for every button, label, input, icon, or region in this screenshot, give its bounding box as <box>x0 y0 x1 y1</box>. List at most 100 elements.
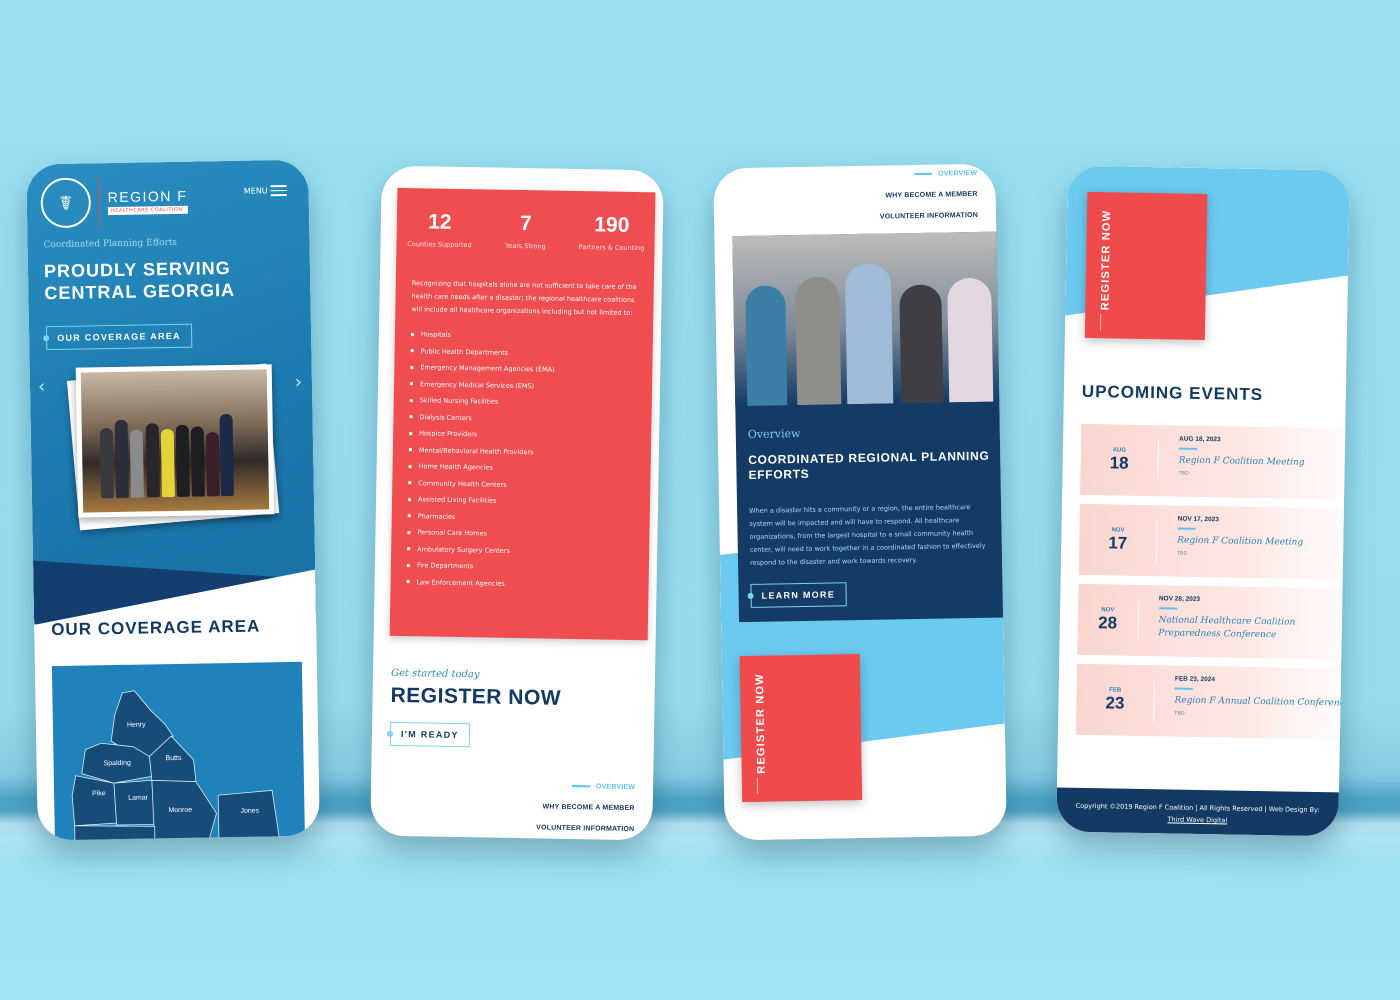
sub-navigation: OVERVIEW WHY BECOME A MEMBER VOLUNTEER I… <box>536 782 635 840</box>
group-photo <box>75 364 275 518</box>
carousel-prev-icon[interactable]: ‹ <box>38 376 46 397</box>
county-label-monroe: Monroe <box>168 807 192 814</box>
site-logo[interactable]: ☤ REGION F HEALTHCARE COALITION <box>40 176 188 229</box>
stat-partners: 190 Partners & Counting <box>576 213 647 253</box>
stat-label: Counties Supported <box>407 240 472 250</box>
county-pike <box>71 775 118 827</box>
county-map-svg: Henry Spalding Butts Pike Lamar Monroe J… <box>71 690 282 841</box>
event-date-badge: NOV 17 <box>1078 517 1158 563</box>
county-label-butts: Butts <box>165 755 182 762</box>
carousel-next-icon[interactable]: › <box>295 372 303 393</box>
county-jones <box>217 789 282 841</box>
event-location: TBD <box>1177 550 1188 557</box>
menu-button[interactable]: MENU <box>244 182 287 199</box>
event-card[interactable]: NOV 17 NOV 17, 2023 Region F Coalition M… <box>1078 503 1350 580</box>
stat-value: 190 <box>594 213 630 237</box>
event-location: TBD <box>1174 710 1185 717</box>
event-divider <box>1174 687 1193 690</box>
overview-title: COORDINATED REGIONAL PLANNING EFFORTS <box>748 448 990 482</box>
events-title: UPCOMING EVENTS <box>1081 381 1264 405</box>
stat-value: 12 <box>428 210 452 234</box>
phone-home-screen: ☤ REGION F HEALTHCARE COALITION MENU Coo… <box>26 159 320 841</box>
group-photo-image <box>80 369 270 513</box>
event-name[interactable]: Region F Annual Coalition Conference <box>1174 694 1349 710</box>
hero-title-line2: CENTRAL GEORGIA <box>44 279 236 304</box>
county-south <box>74 825 156 841</box>
logo-title: REGION F <box>107 187 188 206</box>
register-now-label: REGISTER NOW <box>753 673 768 774</box>
im-ready-button[interactable]: I'M READY <box>389 721 470 748</box>
stat-value: 7 <box>519 212 532 236</box>
stat-years: 7 Years Strong <box>490 212 561 252</box>
county-label-lamar: Lamar <box>128 794 149 801</box>
sub-navigation: OVERVIEW WHY BECOME A MEMBER VOLUNTEER I… <box>879 170 978 235</box>
county-label-henry: Henry <box>127 722 146 729</box>
overview-body: When a disaster hits a community or a re… <box>749 503 986 567</box>
menu-label: MENU <box>243 186 268 196</box>
register-now-tile[interactable]: REGISTER NOW <box>1084 191 1208 341</box>
register-title: REGISTER NOW <box>390 683 562 710</box>
subnav-overview[interactable]: OVERVIEW <box>879 170 977 179</box>
event-full-date: NOV 17, 2023 <box>1177 515 1219 524</box>
county-lamar <box>113 779 156 826</box>
event-divider <box>1178 447 1197 450</box>
phone-overview-screen: OVERVIEW WHY BECOME A MEMBER VOLUNTEER I… <box>713 163 1007 841</box>
hero-title: PROUDLY SERVING CENTRAL GEORGIA <box>44 257 235 304</box>
event-date-badge: AUG 18 <box>1080 437 1160 483</box>
register-now-label: REGISTER NOW <box>1099 209 1114 311</box>
event-day: 17 <box>1108 532 1128 553</box>
organization-list: Hospitals Public Health Departments Emer… <box>390 326 653 594</box>
stat-label: Partners & Counting <box>578 243 645 253</box>
caduceus-seal-icon: ☤ <box>40 177 92 229</box>
event-name[interactable]: Region F Coalition Meeting <box>1179 454 1305 469</box>
logo-subtitle: HEALTHCARE COALITION <box>107 205 188 216</box>
events-list: AUG 18 AUG 18, 2023 Region F Coalition M… <box>1075 423 1350 749</box>
subnav-volunteer-information[interactable]: VOLUNTEER INFORMATION <box>880 212 978 221</box>
county-label-spalding: Spalding <box>104 760 131 767</box>
event-full-date: NOV 28, 2023 <box>1158 595 1201 603</box>
register-line <box>1099 314 1102 331</box>
team-photo <box>732 231 1002 407</box>
web-design-credit-link[interactable]: Third Wave Digital <box>1168 815 1228 824</box>
event-name[interactable]: Region F Coalition Meeting <box>1177 534 1303 549</box>
stats-row: 12 Counties Supported 7 Years Strong 190… <box>396 188 655 253</box>
event-day: 28 <box>1098 612 1118 633</box>
subnav-volunteer-information[interactable]: VOLUNTEER INFORMATION <box>536 824 634 833</box>
event-card[interactable]: FEB 23 FEB 23, 2024 Region F Annual Coal… <box>1075 663 1350 740</box>
coverage-section-title: OUR COVERAGE AREA <box>51 616 261 640</box>
register-now-tile[interactable]: REGISTER NOW <box>739 654 863 803</box>
hamburger-icon <box>270 182 287 199</box>
phone-membership-screen: 12 Counties Supported 7 Years Strong 190… <box>370 165 664 841</box>
event-day: 23 <box>1105 692 1125 713</box>
coverage-area-button[interactable]: OUR COVERAGE AREA <box>45 323 193 351</box>
stats-card: 12 Counties Supported 7 Years Strong 190… <box>389 187 656 641</box>
stat-label: Years Strong <box>505 241 546 251</box>
event-day: 18 <box>1109 452 1129 473</box>
subnav-overview[interactable]: OVERVIEW <box>537 782 635 791</box>
register-line <box>756 777 759 794</box>
overview-card: Overview COORDINATED REGIONAL PLANNING E… <box>732 231 1006 623</box>
learn-more-button[interactable]: LEARN MORE <box>750 582 847 608</box>
event-card[interactable]: AUG 18 AUG 18, 2023 Region F Coalition M… <box>1080 423 1350 500</box>
event-location: TBD <box>1178 470 1189 477</box>
event-date-badge: FEB 23 <box>1076 677 1155 723</box>
event-full-date: FEB 23, 2024 <box>1174 675 1216 684</box>
event-date-badge: NOV 28 <box>1077 597 1139 642</box>
event-card[interactable]: NOV 28 NOV 28, 2023 National Healthcare … <box>1077 583 1350 660</box>
register-eyebrow: Get started today <box>390 667 480 681</box>
event-divider <box>1177 527 1196 530</box>
subnav-why-become-member[interactable]: WHY BECOME A MEMBER <box>879 191 977 200</box>
photo-carousel[interactable] <box>66 363 280 531</box>
event-full-date: AUG 18, 2023 <box>1179 435 1221 444</box>
phone-events-screen: REGISTER NOW UPCOMING EVENTS AUG 18 AUG … <box>1056 165 1350 837</box>
site-footer: Copyright ©2019 Region F Coalition | All… <box>1056 787 1339 837</box>
stat-counties: 12 Counties Supported <box>404 210 475 250</box>
subnav-why-become-member[interactable]: WHY BECOME A MEMBER <box>536 803 634 812</box>
event-name[interactable]: National Healthcare Coalition Preparedne… <box>1158 614 1350 643</box>
county-label-jones: Jones <box>240 808 259 815</box>
event-location <box>1158 643 1350 646</box>
event-divider <box>1158 607 1177 610</box>
logo-divider <box>98 177 101 228</box>
coverage-map[interactable]: Henry Spalding Butts Pike Lamar Monroe J… <box>51 661 306 841</box>
overview-eyebrow: Overview <box>747 427 801 441</box>
